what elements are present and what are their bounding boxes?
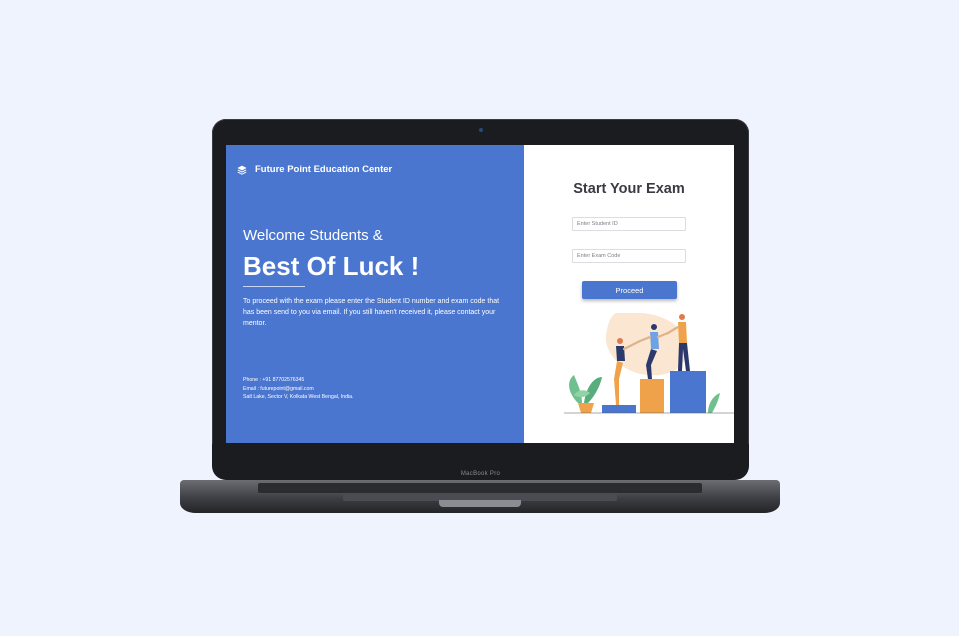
org-name: Future Point Education Center [255, 164, 393, 175]
headline-divider [243, 286, 305, 287]
welcome-panel: Future Point Education Center Welcome St… [226, 145, 524, 443]
camera-icon [479, 128, 483, 132]
form-title: Start Your Exam [573, 181, 685, 197]
headline: Best Of Luck ! [243, 251, 420, 281]
laptop-screen: Future Point Education Center Welcome St… [226, 145, 734, 443]
layers-icon [237, 165, 247, 175]
lid-notch [439, 500, 521, 507]
contact-email: Email : futurepoint@gmail.com [243, 385, 314, 392]
welcome-text: Welcome Students & [243, 227, 383, 244]
contact-info: Phone : +91 87702576345 Email : futurepo… [243, 376, 353, 402]
exam-form-panel: Start Your Exam Proceed [524, 145, 734, 443]
student-id-input[interactable] [572, 217, 686, 231]
contact-phone: Phone : +91 87702576345 [243, 377, 305, 383]
exam-code-input[interactable] [572, 249, 686, 263]
brand-header: Future Point Education Center [237, 164, 392, 175]
teamwork-climbing-illustration [564, 313, 734, 414]
device-brand-label: MacBook Pro [460, 471, 501, 477]
proceed-button[interactable]: Proceed [582, 281, 677, 299]
keyboard [258, 483, 702, 493]
contact-address: Salt Lake, Sector V, Kolkata West Bengal… [243, 394, 354, 400]
instructions-text: To proceed with the exam please enter th… [243, 298, 500, 327]
